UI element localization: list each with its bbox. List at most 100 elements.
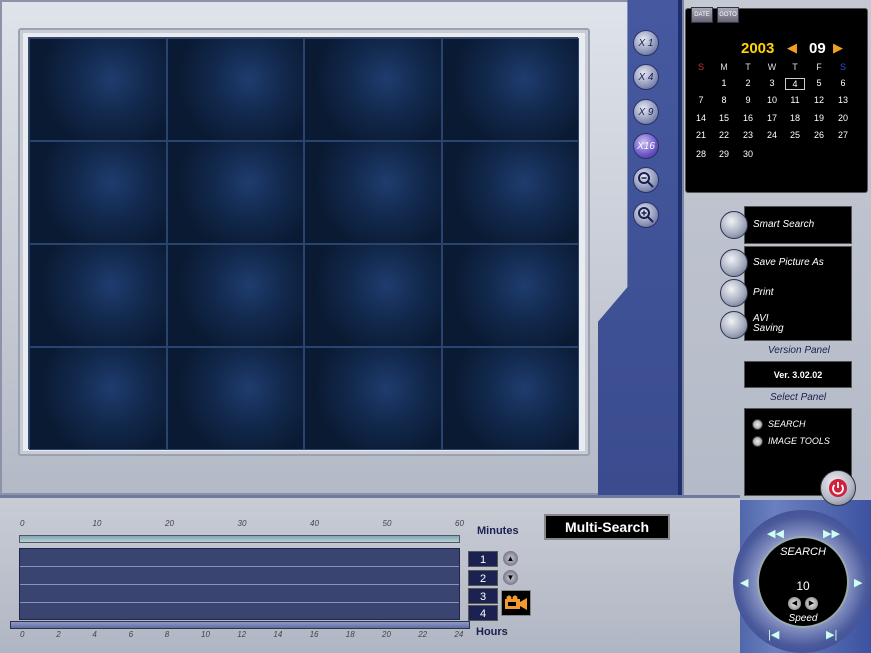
scroll-down-icon[interactable]: ▼ xyxy=(503,570,518,585)
video-cell[interactable] xyxy=(441,347,579,450)
video-cell[interactable] xyxy=(441,244,579,347)
prev-month-icon[interactable]: ◀ xyxy=(787,40,797,56)
hour-tick-label: 4 xyxy=(92,630,97,639)
hour-tick-label: 14 xyxy=(273,630,283,639)
calendar-day[interactable]: 26 xyxy=(809,130,829,140)
minute-tick-label: 0 xyxy=(20,519,25,528)
version-panel-label: Version Panel xyxy=(768,345,830,356)
calendar-day[interactable]: 18 xyxy=(785,113,805,123)
calendar-day[interactable]: 6 xyxy=(833,78,853,88)
calendar-day[interactable]: 7 xyxy=(691,95,711,105)
calendar-day[interactable]: 5 xyxy=(809,78,829,88)
skip-start-icon[interactable]: |◀ xyxy=(768,628,779,641)
power-button[interactable] xyxy=(820,470,856,506)
video-cell[interactable] xyxy=(304,141,442,244)
channel-2[interactable]: 2 xyxy=(468,570,498,586)
smart-search-label: Smart Search xyxy=(753,219,815,230)
speed-up-icon[interactable]: ▶ xyxy=(805,597,818,610)
hour-tick-label: 20 xyxy=(382,630,391,639)
calendar-day[interactable]: 23 xyxy=(738,130,758,140)
channel-timeline[interactable] xyxy=(19,548,460,620)
search-radio[interactable] xyxy=(752,419,763,430)
video-cell[interactable] xyxy=(29,244,167,347)
calendar-day[interactable]: 28 xyxy=(691,149,711,159)
save-picture-button[interactable] xyxy=(720,249,748,277)
weekday-header: S xyxy=(839,62,846,72)
speed-down-icon[interactable]: ◀ xyxy=(788,597,801,610)
calendar-day[interactable]: 9 xyxy=(738,95,758,105)
video-cell[interactable] xyxy=(304,38,442,141)
calendar-day[interactable]: 22 xyxy=(714,130,734,140)
video-cell[interactable] xyxy=(304,347,442,450)
hours-label: Hours xyxy=(476,626,508,638)
calendar-day[interactable]: 11 xyxy=(785,95,805,105)
calendar-day[interactable]: 16 xyxy=(738,113,758,123)
video-cell[interactable] xyxy=(29,347,167,450)
video-cell[interactable] xyxy=(29,38,167,141)
calendar-day[interactable]: 2 xyxy=(738,78,758,88)
calendar-day[interactable]: 12 xyxy=(809,95,829,105)
weekday-header: M xyxy=(720,62,728,72)
print-button[interactable] xyxy=(720,279,748,307)
goto-button[interactable]: GOTO xyxy=(717,7,739,23)
hour-tick-label: 12 xyxy=(237,630,247,639)
video-cell[interactable] xyxy=(304,244,442,347)
calendar-day[interactable]: 29 xyxy=(714,149,734,159)
weekday-header: T xyxy=(792,62,798,72)
scroll-up-icon[interactable]: ▲ xyxy=(503,551,518,566)
video-cell[interactable] xyxy=(441,141,579,244)
calendar-day[interactable]: 17 xyxy=(762,113,782,123)
hour-slider[interactable] xyxy=(10,621,470,629)
zoom-in-icon xyxy=(638,207,654,223)
calendar-day[interactable]: 13 xyxy=(833,95,853,105)
calendar-day[interactable]: 15 xyxy=(714,113,734,123)
weekday-header: S xyxy=(697,62,704,72)
calendar-day[interactable]: 10 xyxy=(762,95,782,105)
step-back-icon[interactable]: ◀ xyxy=(740,576,748,589)
smart-search-button[interactable] xyxy=(720,211,748,239)
minute-slider[interactable] xyxy=(19,535,460,543)
skip-end-icon[interactable]: ▶| xyxy=(826,628,837,641)
zoom-x16-button[interactable]: X16 xyxy=(633,133,659,159)
calendar-day[interactable]: 24 xyxy=(762,130,782,140)
zoom-x9-button[interactable]: X 9 xyxy=(633,99,659,125)
video-cell[interactable] xyxy=(441,38,579,141)
next-month-icon[interactable]: ▶ xyxy=(833,40,843,56)
minute-tick-label: 40 xyxy=(310,519,319,528)
date-button[interactable]: DATE xyxy=(691,7,713,23)
zoom-x1-button[interactable]: X 1 xyxy=(633,30,659,56)
minute-tick-label: 10 xyxy=(92,519,102,528)
calendar-day[interactable]: 19 xyxy=(809,113,829,123)
calendar-day[interactable]: 14 xyxy=(691,113,711,123)
channel-4[interactable]: 4 xyxy=(468,605,498,621)
video-grid[interactable] xyxy=(28,37,579,450)
zoom-x4-button[interactable]: X 4 xyxy=(633,64,659,90)
calendar-day[interactable]: 4 xyxy=(785,78,805,90)
channel-1[interactable]: 1 xyxy=(468,551,498,567)
video-cell[interactable] xyxy=(29,141,167,244)
image-tools-radio[interactable] xyxy=(752,436,763,447)
hour-tick-label: 0 xyxy=(20,630,25,639)
minute-tick-label: 30 xyxy=(237,519,247,528)
calendar-day[interactable]: 25 xyxy=(785,130,805,140)
channel-3[interactable]: 3 xyxy=(468,588,498,604)
calendar-day[interactable]: 30 xyxy=(738,149,758,159)
avi-saving-button[interactable] xyxy=(720,311,748,339)
rewind-icon[interactable]: ◀◀ xyxy=(767,527,784,540)
video-cell[interactable] xyxy=(166,347,304,450)
search-radio-label: SEARCH xyxy=(768,419,806,429)
fast-forward-icon[interactable]: ▶▶ xyxy=(823,527,840,540)
video-cell[interactable] xyxy=(166,141,304,244)
calendar-day[interactable]: 3 xyxy=(762,78,782,88)
video-cell[interactable] xyxy=(166,38,304,141)
zoom-out-button[interactable] xyxy=(633,167,659,193)
calendar-day[interactable]: 20 xyxy=(833,113,853,123)
calendar-day[interactable]: 27 xyxy=(833,130,853,140)
camera-button[interactable] xyxy=(501,590,531,616)
calendar-day[interactable]: 1 xyxy=(714,78,734,88)
video-cell[interactable] xyxy=(166,244,304,347)
step-forward-icon[interactable]: ▶ xyxy=(854,576,862,589)
calendar-day[interactable]: 21 xyxy=(691,130,711,140)
zoom-in-button[interactable] xyxy=(633,202,659,228)
calendar-day[interactable]: 8 xyxy=(714,95,734,105)
